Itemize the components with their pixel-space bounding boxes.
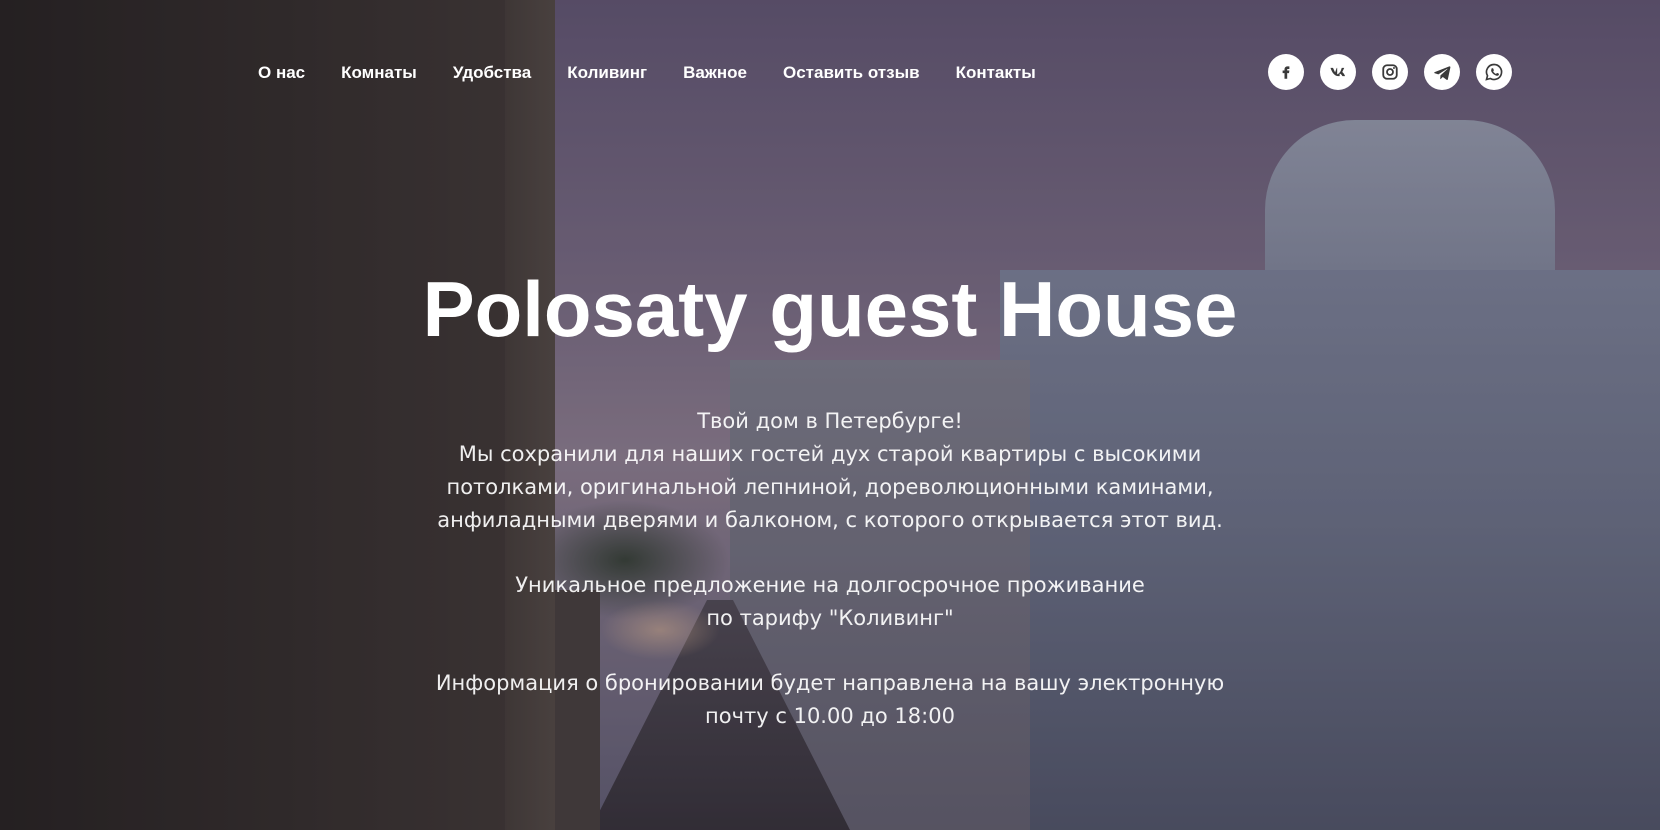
intro-line: потолками, оригинальной лепниной, дорево… bbox=[446, 475, 1214, 499]
telegram-icon bbox=[1433, 65, 1450, 80]
nav-link-contacts[interactable]: Контакты bbox=[956, 63, 1036, 83]
hero-description: Твой дом в Петербурге! Мы сохранили для … bbox=[330, 405, 1330, 733]
nav-link-coliving[interactable]: Коливинг bbox=[567, 63, 647, 83]
main-nav: О нас Комнаты Удобства Коливинг Важное О… bbox=[258, 58, 1036, 88]
booking-info-paragraph: Информация о бронировании будет направле… bbox=[330, 667, 1330, 733]
telegram-button[interactable] bbox=[1424, 54, 1460, 90]
intro-paragraph: Твой дом в Петербурге! Мы сохранили для … bbox=[330, 405, 1330, 537]
instagram-button[interactable] bbox=[1372, 54, 1408, 90]
instagram-icon bbox=[1382, 64, 1398, 80]
intro-line: анфиладными дверями и балконом, с которо… bbox=[437, 508, 1223, 532]
nav-link-rooms[interactable]: Комнаты bbox=[341, 63, 417, 83]
social-links bbox=[1268, 54, 1512, 90]
offer-paragraph: Уникальное предложение на долгосрочное п… bbox=[330, 569, 1330, 635]
booking-info-line: Информация о бронировании будет направле… bbox=[435, 671, 1225, 695]
vk-icon bbox=[1330, 67, 1346, 77]
intro-line: Мы сохранили для наших гостей дух старой… bbox=[458, 442, 1202, 466]
page-title: Polosaty guest House bbox=[422, 265, 1238, 353]
offer-line: по тарифу "Коливинг" bbox=[706, 606, 954, 630]
nav-link-amenities[interactable]: Удобства bbox=[453, 63, 531, 83]
booking-info-line: почту с 10.00 до 18:00 bbox=[705, 704, 955, 728]
hero-section: О нас Комнаты Удобства Коливинг Важное О… bbox=[0, 0, 1660, 830]
whatsapp-icon bbox=[1485, 63, 1503, 81]
nav-link-important[interactable]: Важное bbox=[683, 63, 747, 83]
intro-line: Твой дом в Петербурге! bbox=[697, 409, 963, 433]
whatsapp-button[interactable] bbox=[1476, 54, 1512, 90]
nav-link-about[interactable]: О нас bbox=[258, 63, 305, 83]
nav-link-review[interactable]: Оставить отзыв bbox=[783, 63, 920, 83]
facebook-button[interactable] bbox=[1268, 54, 1304, 90]
vk-button[interactable] bbox=[1320, 54, 1356, 90]
offer-line: Уникальное предложение на долгосрочное п… bbox=[515, 573, 1145, 597]
facebook-icon bbox=[1282, 66, 1290, 79]
